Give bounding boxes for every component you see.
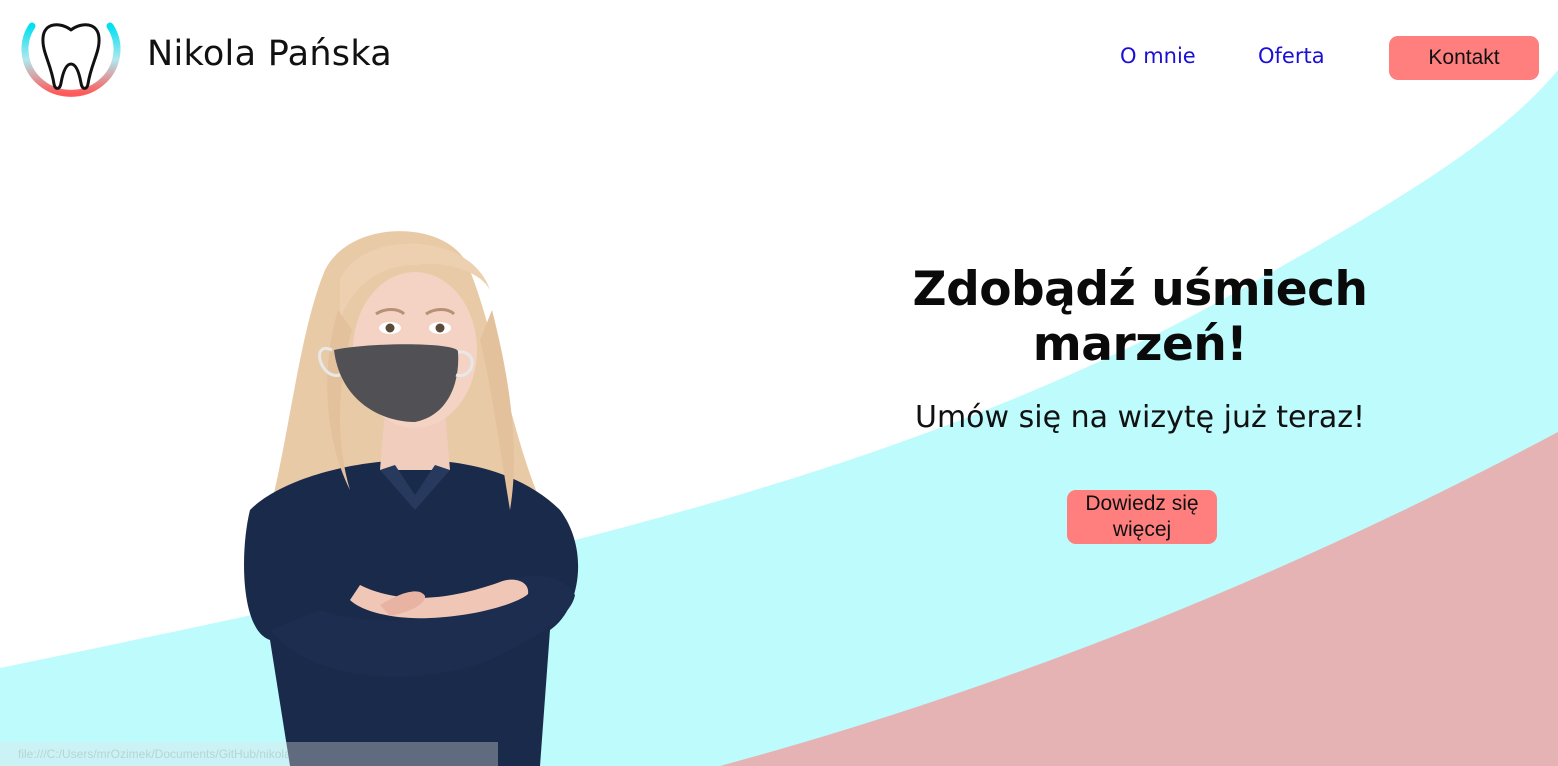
hero-title: Zdobądź uśmiech marzeń! — [912, 262, 1368, 372]
learn-more-label: Dowiedz się więcej — [1085, 491, 1198, 543]
page: Nikola Pańska O mnie Oferta Kontakt Zdob… — [0, 0, 1558, 766]
dentist-portrait-image — [244, 231, 579, 766]
learn-more-button[interactable]: Dowiedz się więcej — [1067, 490, 1217, 544]
learn-more-label-line1: Dowiedz się — [1085, 492, 1199, 515]
hero-subtitle: Umów się na wizytę już teraz! — [915, 400, 1365, 435]
tooth-logo-icon[interactable] — [18, 16, 124, 100]
contact-button[interactable]: Kontakt — [1389, 36, 1539, 80]
nav-link-about[interactable]: O mnie — [1120, 44, 1196, 68]
learn-more-label-line2: więcej — [1112, 518, 1172, 541]
status-bar-url: file:///C:/Users/mrOzimek/Documents/GitH… — [0, 742, 498, 766]
brand-name: Nikola Pańska — [147, 34, 393, 74]
nav-link-offer[interactable]: Oferta — [1258, 44, 1325, 68]
